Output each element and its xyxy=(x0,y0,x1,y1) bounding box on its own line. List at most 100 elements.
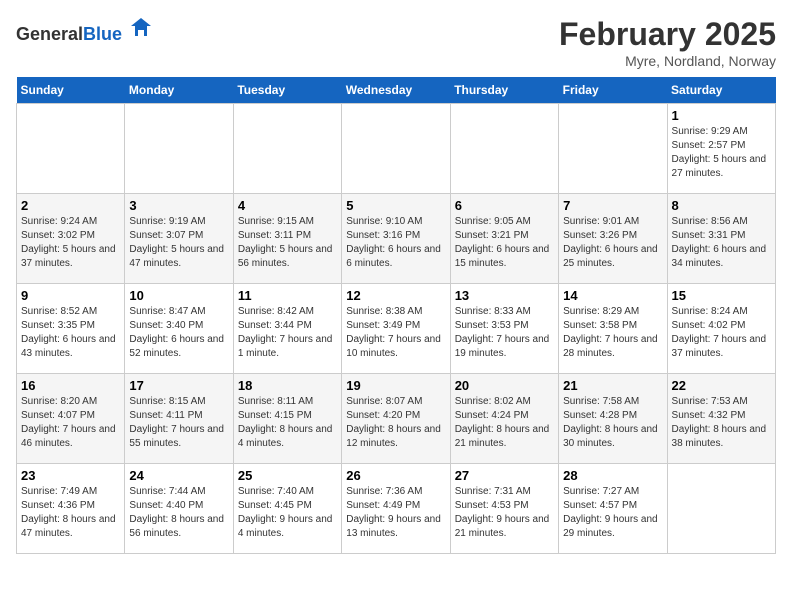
day-cell: 18 Sunrise: 8:11 AM Sunset: 4:15 PM Dayli… xyxy=(233,374,341,464)
calendar-header: SundayMondayTuesdayWednesdayThursdayFrid… xyxy=(17,77,776,104)
day-number: 5 xyxy=(346,198,445,213)
logo-icon xyxy=(129,16,153,40)
calendar-table: SundayMondayTuesdayWednesdayThursdayFrid… xyxy=(16,77,776,554)
day-cell: 19 Sunrise: 8:07 AM Sunset: 4:20 PM Dayli… xyxy=(342,374,450,464)
day-cell: 12 Sunrise: 8:38 AM Sunset: 3:49 PM Dayli… xyxy=(342,284,450,374)
day-detail: Sunrise: 8:38 AM Sunset: 3:49 PM Dayligh… xyxy=(346,305,445,361)
week-row-2: 9Sunrise: 8:52 AM Sunset: 3:35 PM Daylig… xyxy=(17,284,776,374)
logo-content: GeneralBlue xyxy=(16,16,153,45)
day-cell: 20 Sunrise: 8:02 AM Sunset: 4:24 PM Dayli… xyxy=(450,374,558,464)
day-number: 14 xyxy=(563,288,662,303)
weekday-header-row: SundayMondayTuesdayWednesdayThursdayFrid… xyxy=(17,77,776,104)
weekday-wednesday: Wednesday xyxy=(342,77,450,104)
day-number: 15 xyxy=(672,288,771,303)
day-cell: 5Sunrise: 9:10 AM Sunset: 3:16 PM Daylig… xyxy=(342,194,450,284)
day-cell: 17 Sunrise: 8:15 AM Sunset: 4:11 PM Dayli… xyxy=(125,374,233,464)
day-detail: Sunrise: 8:47 AM Sunset: 3:40 PM Dayligh… xyxy=(129,305,228,361)
day-detail: Sunrise: 7:58 AM Sunset: 4:28 PM Dayligh… xyxy=(563,395,662,451)
day-cell xyxy=(125,104,233,194)
day-number: 28 xyxy=(563,468,662,483)
day-number: 19 xyxy=(346,378,445,393)
weekday-monday: Monday xyxy=(125,77,233,104)
day-number: 2 xyxy=(21,198,120,213)
week-row-4: 23Sunrise: 7:49 AM Sunset: 4:36 PM Dayli… xyxy=(17,464,776,554)
day-number: 17 xyxy=(129,378,228,393)
logo-general: General xyxy=(16,24,83,44)
day-number: 10 xyxy=(129,288,228,303)
day-number: 11 xyxy=(238,288,337,303)
day-number: 3 xyxy=(129,198,228,213)
week-row-0: 1 Sunrise: 9:29 AM Sunset: 2:57 PM Daylig… xyxy=(17,104,776,194)
day-detail: Sunrise: 8:33 AM Sunset: 3:53 PM Dayligh… xyxy=(455,305,554,361)
weekday-thursday: Thursday xyxy=(450,77,558,104)
day-cell: 2 Sunrise: 9:24 AM Sunset: 3:02 PM Daylig… xyxy=(17,194,125,284)
day-detail: Sunrise: 8:24 AM Sunset: 4:02 PM Dayligh… xyxy=(672,305,771,361)
weekday-saturday: Saturday xyxy=(667,77,775,104)
title-area: February 2025 Myre, Nordland, Norway xyxy=(559,16,776,69)
day-detail: Sunrise: 8:42 AM Sunset: 3:44 PM Dayligh… xyxy=(238,305,337,361)
day-detail: Sunrise: 8:20 AM Sunset: 4:07 PM Dayligh… xyxy=(21,395,120,451)
header: GeneralBlue February 2025 Myre, Nordland… xyxy=(16,16,776,69)
day-number: 26 xyxy=(346,468,445,483)
day-detail: Sunrise: 8:52 AM Sunset: 3:35 PM Dayligh… xyxy=(21,305,120,361)
day-cell: 24 Sunrise: 7:44 AM Sunset: 4:40 PM Dayli… xyxy=(125,464,233,554)
day-cell xyxy=(667,464,775,554)
day-cell: 8 Sunrise: 8:56 AM Sunset: 3:31 PM Daylig… xyxy=(667,194,775,284)
day-number: 8 xyxy=(672,198,771,213)
day-number: 4 xyxy=(238,198,337,213)
day-detail: Sunrise: 8:11 AM Sunset: 4:15 PM Dayligh… xyxy=(238,395,337,451)
day-cell: 16 Sunrise: 8:20 AM Sunset: 4:07 PM Dayli… xyxy=(17,374,125,464)
day-detail: Sunrise: 8:07 AM Sunset: 4:20 PM Dayligh… xyxy=(346,395,445,451)
day-cell: 27 Sunrise: 7:31 AM Sunset: 4:53 PM Dayli… xyxy=(450,464,558,554)
day-number: 6 xyxy=(455,198,554,213)
day-detail: Sunrise: 9:19 AM Sunset: 3:07 PM Dayligh… xyxy=(129,215,228,271)
calendar-body: 1 Sunrise: 9:29 AM Sunset: 2:57 PM Daylig… xyxy=(17,104,776,554)
day-number: 23 xyxy=(21,468,120,483)
day-cell: 13Sunrise: 8:33 AM Sunset: 3:53 PM Dayli… xyxy=(450,284,558,374)
main-title: February 2025 xyxy=(559,16,776,53)
day-detail: Sunrise: 7:44 AM Sunset: 4:40 PM Dayligh… xyxy=(129,485,228,541)
day-number: 12 xyxy=(346,288,445,303)
day-number: 22 xyxy=(672,378,771,393)
day-cell: 1 Sunrise: 9:29 AM Sunset: 2:57 PM Daylig… xyxy=(667,104,775,194)
day-number: 25 xyxy=(238,468,337,483)
week-row-3: 16 Sunrise: 8:20 AM Sunset: 4:07 PM Dayli… xyxy=(17,374,776,464)
day-cell: 28 Sunrise: 7:27 AM Sunset: 4:57 PM Dayli… xyxy=(559,464,667,554)
weekday-sunday: Sunday xyxy=(17,77,125,104)
day-detail: Sunrise: 9:29 AM Sunset: 2:57 PM Dayligh… xyxy=(672,125,771,181)
day-cell xyxy=(342,104,450,194)
day-number: 16 xyxy=(21,378,120,393)
day-cell: 4Sunrise: 9:15 AM Sunset: 3:11 PM Daylig… xyxy=(233,194,341,284)
day-cell xyxy=(559,104,667,194)
day-cell: 14 Sunrise: 8:29 AM Sunset: 3:58 PM Dayli… xyxy=(559,284,667,374)
day-number: 20 xyxy=(455,378,554,393)
day-number: 1 xyxy=(672,108,771,123)
day-detail: Sunrise: 7:27 AM Sunset: 4:57 PM Dayligh… xyxy=(563,485,662,541)
day-detail: Sunrise: 7:31 AM Sunset: 4:53 PM Dayligh… xyxy=(455,485,554,541)
day-cell: 22Sunrise: 7:53 AM Sunset: 4:32 PM Dayli… xyxy=(667,374,775,464)
day-detail: Sunrise: 8:02 AM Sunset: 4:24 PM Dayligh… xyxy=(455,395,554,451)
day-detail: Sunrise: 9:24 AM Sunset: 3:02 PM Dayligh… xyxy=(21,215,120,271)
day-detail: Sunrise: 9:01 AM Sunset: 3:26 PM Dayligh… xyxy=(563,215,662,271)
day-cell: 9Sunrise: 8:52 AM Sunset: 3:35 PM Daylig… xyxy=(17,284,125,374)
week-row-1: 2 Sunrise: 9:24 AM Sunset: 3:02 PM Daylig… xyxy=(17,194,776,284)
weekday-friday: Friday xyxy=(559,77,667,104)
day-cell: 15 Sunrise: 8:24 AM Sunset: 4:02 PM Dayli… xyxy=(667,284,775,374)
day-cell: 21 Sunrise: 7:58 AM Sunset: 4:28 PM Dayli… xyxy=(559,374,667,464)
day-number: 24 xyxy=(129,468,228,483)
day-detail: Sunrise: 8:15 AM Sunset: 4:11 PM Dayligh… xyxy=(129,395,228,451)
day-cell: 10 Sunrise: 8:47 AM Sunset: 3:40 PM Dayli… xyxy=(125,284,233,374)
subtitle: Myre, Nordland, Norway xyxy=(559,53,776,69)
day-cell: 7Sunrise: 9:01 AM Sunset: 3:26 PM Daylig… xyxy=(559,194,667,284)
day-number: 21 xyxy=(563,378,662,393)
day-number: 18 xyxy=(238,378,337,393)
day-detail: Sunrise: 9:05 AM Sunset: 3:21 PM Dayligh… xyxy=(455,215,554,271)
day-detail: Sunrise: 8:29 AM Sunset: 3:58 PM Dayligh… xyxy=(563,305,662,361)
day-cell xyxy=(17,104,125,194)
logo-blue: Blue xyxy=(83,24,122,44)
day-detail: Sunrise: 8:56 AM Sunset: 3:31 PM Dayligh… xyxy=(672,215,771,271)
day-number: 27 xyxy=(455,468,554,483)
day-cell: 11 Sunrise: 8:42 AM Sunset: 3:44 PM Dayli… xyxy=(233,284,341,374)
day-cell: 23Sunrise: 7:49 AM Sunset: 4:36 PM Dayli… xyxy=(17,464,125,554)
day-cell: 26Sunrise: 7:36 AM Sunset: 4:49 PM Dayli… xyxy=(342,464,450,554)
